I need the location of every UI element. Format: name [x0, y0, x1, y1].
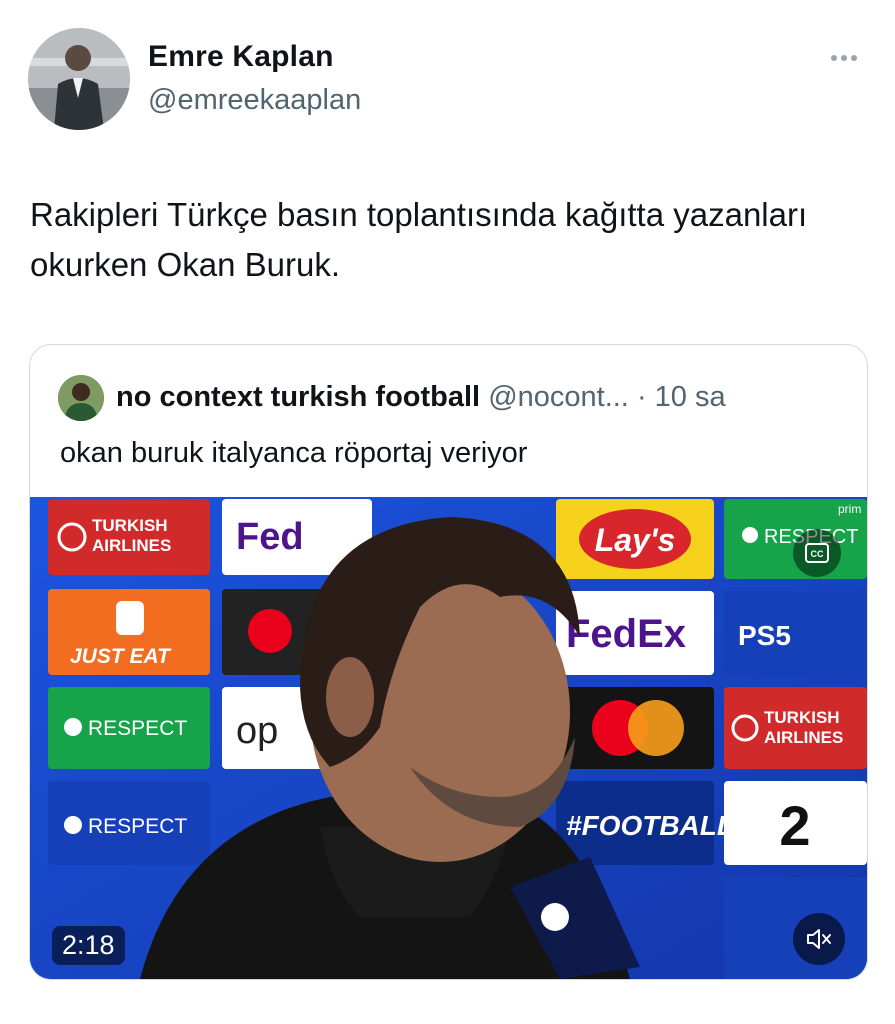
- board-respect-1: RESPECT: [48, 687, 210, 769]
- quoted-text: okan buruk italyanca röportaj veriyor: [60, 437, 528, 469]
- quoted-header: no context turkish football @nocont... ·…: [116, 381, 726, 414]
- svg-text:op: op: [236, 710, 278, 752]
- board-turkish-airlines-1: TURKISH AIRLINES: [48, 499, 210, 575]
- mute-icon[interactable]: [793, 913, 845, 965]
- video-frame: TURKISH AIRLINES JUST EAT RESPECT RESPEC…: [30, 497, 867, 979]
- svg-text:CC: CC: [811, 549, 824, 559]
- quoted-author-avatar[interactable]: [58, 375, 104, 421]
- svg-text:#FOOTBALL: #FOOTBALL: [566, 810, 734, 841]
- board-respect-2: RESPECT: [48, 781, 210, 865]
- quoted-timestamp[interactable]: 10 sa: [655, 381, 726, 413]
- more-icon[interactable]: [831, 50, 863, 66]
- svg-text:2: 2: [779, 794, 810, 857]
- svg-text:TURKISH: TURKISH: [764, 708, 840, 727]
- tweet-text: Rakipleri Türkçe basın toplantısında kağ…: [30, 196, 808, 283]
- svg-text:AIRLINES: AIRLINES: [764, 728, 843, 747]
- board-lays: Lay's: [556, 499, 714, 579]
- svg-text:Lay's: Lay's: [595, 522, 676, 558]
- svg-text:RESPECT: RESPECT: [88, 717, 187, 740]
- quoted-tweet-card[interactable]: no context turkish football @nocont... ·…: [29, 344, 868, 980]
- board-mastercard-2: [556, 687, 714, 769]
- svg-text:AIRLINES: AIRLINES: [92, 536, 171, 555]
- svg-text:Fed: Fed: [236, 516, 304, 558]
- board-just-eat: JUST EAT: [48, 589, 210, 675]
- board-turkish-airlines-2: TURKISH AIRLINES: [724, 687, 867, 769]
- captions-icon[interactable]: CC: [793, 529, 841, 577]
- svg-text:RESPECT: RESPECT: [88, 815, 187, 838]
- svg-text:JUST EAT: JUST EAT: [70, 645, 172, 668]
- board-channel-2: 2: [724, 781, 867, 865]
- svg-text:prim: prim: [838, 502, 861, 516]
- svg-text:PS5: PS5: [738, 620, 791, 651]
- video-player[interactable]: TURKISH AIRLINES JUST EAT RESPECT RESPEC…: [30, 497, 867, 979]
- quoted-author-name[interactable]: no context turkish football: [116, 381, 480, 413]
- author-avatar[interactable]: [28, 28, 130, 130]
- board-football: #FOOTBALL: [556, 781, 734, 865]
- author-handle[interactable]: @emreekaaplan: [148, 84, 361, 117]
- separator-dot: ·: [636, 381, 647, 413]
- video-duration: 2:18: [52, 926, 125, 965]
- board-ps5: PS5: [724, 591, 867, 675]
- svg-text:TURKISH: TURKISH: [92, 516, 168, 535]
- quoted-author-handle[interactable]: @nocont...: [488, 381, 629, 413]
- author-name[interactable]: Emre Kaplan: [148, 40, 334, 74]
- svg-text:FedEx: FedEx: [566, 612, 686, 656]
- board-respect-3: RESPECT prim: [724, 499, 867, 579]
